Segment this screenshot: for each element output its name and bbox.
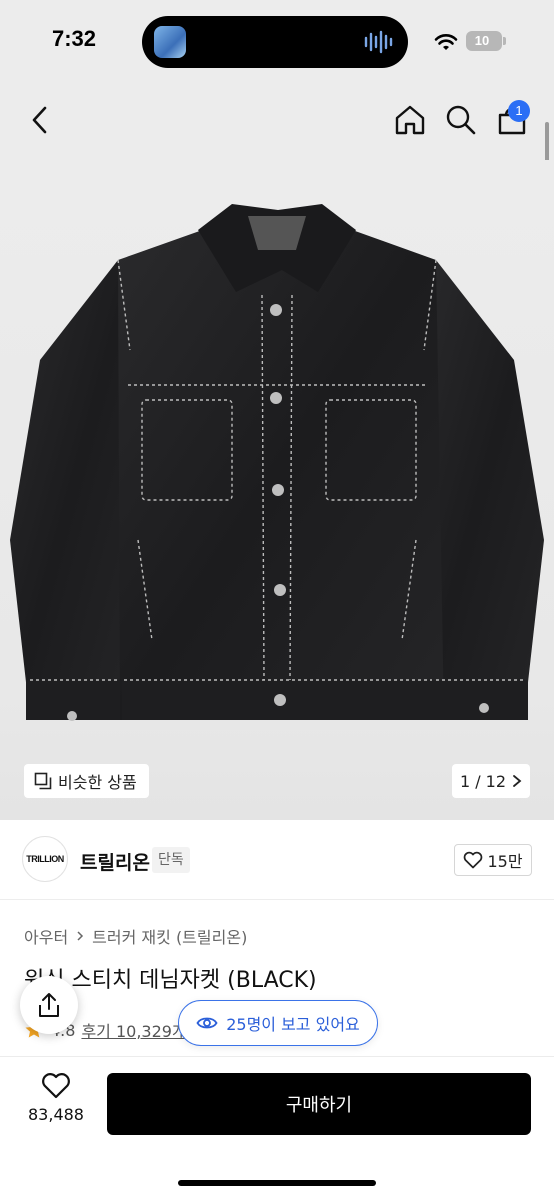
heart-icon xyxy=(464,851,483,869)
viewer-count-toast: 25명이 보고 있어요 xyxy=(178,1000,378,1046)
share-icon xyxy=(39,993,59,1017)
wifi-icon xyxy=(434,34,458,50)
breadcrumb-category[interactable]: 아우터 xyxy=(24,924,68,948)
wishlist-button[interactable]: 83,488 xyxy=(14,1072,98,1134)
home-icon[interactable] xyxy=(394,104,426,136)
product-image-gallery[interactable] xyxy=(0,160,554,820)
brand-like-count: 15만 xyxy=(487,852,523,871)
breadcrumb: 아우터 트러커 재킷 (트릴리온) xyxy=(24,924,247,948)
battery-icon: 10 xyxy=(466,31,502,51)
status-time: 7:32 xyxy=(52,26,97,51)
review-count-link[interactable]: 후기 10,329개 xyxy=(81,1018,186,1042)
chevron-right-icon xyxy=(513,775,522,787)
viewer-count-text: 25명이 보고 있어요 xyxy=(226,1015,360,1034)
back-chevron-icon[interactable] xyxy=(26,104,54,136)
battery-nub xyxy=(503,37,506,45)
chevron-right-icon xyxy=(77,931,84,941)
dynamic-island[interactable] xyxy=(142,16,408,68)
cart-count-badge: 1 xyxy=(508,100,530,122)
image-counter-text: 1 / 12 xyxy=(459,771,507,791)
breadcrumb-subcategory[interactable]: 트러커 재킷 (트릴리온) xyxy=(92,924,247,948)
brand-like-button[interactable]: 15만 xyxy=(454,844,532,876)
brand-logo-text: TRILLION xyxy=(26,854,64,864)
buy-button[interactable]: 구매하기 xyxy=(107,1073,531,1135)
battery-level: 10 xyxy=(474,33,490,48)
wishlist-count: 83,488 xyxy=(28,1105,84,1124)
brand-row: TRILLION 트릴리온 단독 15만 xyxy=(0,820,554,900)
similar-products-label: 비슷한 상품 xyxy=(58,773,137,792)
denim-jacket-image xyxy=(10,204,544,721)
brand-name[interactable]: 트릴리온 xyxy=(80,848,150,875)
now-playing-artwork xyxy=(154,26,186,58)
similar-products-button[interactable]: 비슷한 상품 xyxy=(24,764,149,798)
share-button[interactable] xyxy=(20,976,78,1034)
audio-waveform-icon xyxy=(364,30,393,54)
home-indicator[interactable] xyxy=(178,1180,376,1186)
eye-icon xyxy=(196,1017,218,1029)
buy-button-label: 구매하기 xyxy=(285,1095,353,1116)
heart-icon xyxy=(42,1073,70,1099)
copy-icon xyxy=(34,772,52,790)
brand-logo[interactable]: TRILLION xyxy=(22,836,68,882)
status-bar: 7:32 10 xyxy=(0,0,554,80)
search-icon[interactable] xyxy=(445,104,477,136)
image-counter[interactable]: 1 / 12 xyxy=(452,764,530,798)
exclusive-badge: 단독 xyxy=(152,847,190,873)
